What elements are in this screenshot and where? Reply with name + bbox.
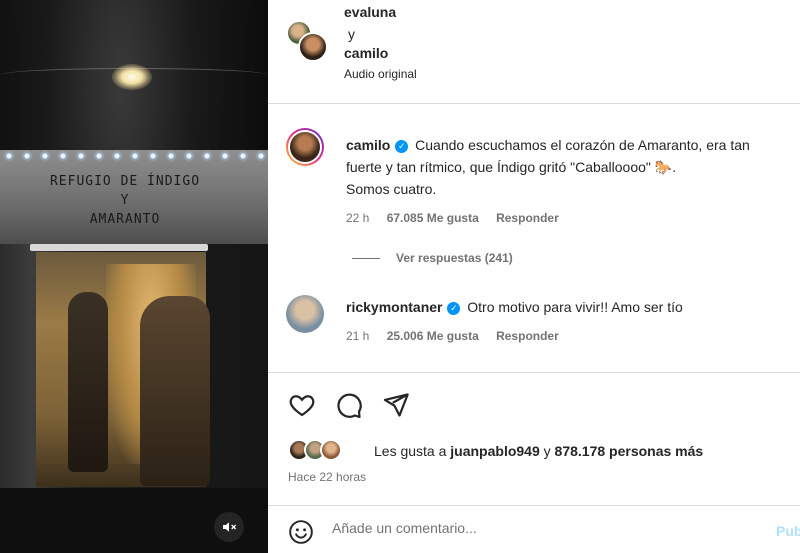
- publish-button[interactable]: Publicar: [776, 523, 800, 539]
- sign-line-2: Y: [120, 193, 130, 208]
- comment-likes[interactable]: 67.085 Me gusta: [387, 211, 479, 225]
- reply-button[interactable]: Responder: [496, 211, 559, 225]
- adult-silhouette: [140, 296, 210, 486]
- likes-count[interactable]: 878.178 personas más: [555, 443, 704, 459]
- comment-time[interactable]: 22 h: [346, 211, 369, 225]
- liker-avatar[interactable]: [320, 439, 342, 461]
- post-details-panel: evaluna y camilo Audio original camilo ✓…: [268, 0, 800, 553]
- comment-username[interactable]: camilo: [346, 137, 390, 153]
- send-icon: [383, 393, 409, 417]
- comment-meta: 21 h 25.006 Me gusta Responder: [346, 329, 573, 343]
- author-camilo[interactable]: camilo: [344, 45, 388, 61]
- sign-line-1: REFUGIO DE ÍNDIGO: [49, 174, 201, 189]
- avatar-image: [288, 130, 322, 164]
- comment-text-line-1: Cuando escuchamos el corazón de Amaranto…: [415, 137, 750, 153]
- verified-badge-icon: ✓: [395, 140, 409, 153]
- comment-time[interactable]: 21 h: [346, 329, 369, 343]
- comment-input[interactable]: [332, 520, 752, 536]
- lamp-light: [112, 64, 152, 90]
- collab-avatars[interactable]: [286, 20, 328, 62]
- comment-text-line-3: Somos cuatro.: [346, 181, 437, 197]
- like-button[interactable]: [288, 391, 316, 419]
- likes-user[interactable]: juanpablo949: [450, 443, 539, 459]
- post-header: evaluna y camilo Audio original: [268, 0, 800, 104]
- avatar-camilo[interactable]: [298, 32, 328, 62]
- speaker-muted-icon: [223, 522, 237, 532]
- verified-badge-icon: ✓: [447, 302, 461, 315]
- emoji-button[interactable]: [288, 519, 314, 545]
- audio-label[interactable]: Audio original: [344, 67, 417, 81]
- author-evaluna[interactable]: evaluna: [344, 4, 396, 20]
- heart-icon: [289, 395, 315, 417]
- child-silhouette: [68, 292, 108, 472]
- reply-button[interactable]: Responder: [496, 329, 559, 343]
- comment-button[interactable]: [335, 391, 363, 419]
- string-lights: [0, 148, 268, 164]
- tent-pole: [30, 244, 208, 251]
- comment-text-line-2: fuerte y tan rítmico, que Índigo gritó "…: [346, 159, 677, 175]
- comment-body: rickymontaner ✓ Otro motivo para vivir!!…: [346, 296, 800, 318]
- sign-line-3: AMARANTO: [89, 212, 161, 227]
- likes-text[interactable]: Les gusta a juanpablo949 y 878.178 perso…: [374, 443, 703, 459]
- avatar[interactable]: [286, 128, 324, 166]
- comment-meta: 22 h 67.085 Me gusta Responder: [346, 211, 573, 225]
- emoji-icon: [289, 520, 313, 544]
- comment-username[interactable]: rickymontaner: [346, 299, 442, 315]
- replies-divider: [352, 258, 380, 260]
- avatar[interactable]: [286, 295, 324, 333]
- comment-icon: [337, 393, 362, 419]
- share-button[interactable]: [382, 391, 410, 419]
- view-replies-label: Ver respuestas (241): [396, 251, 513, 265]
- mute-button[interactable]: [214, 512, 244, 542]
- comment-text: Otro motivo para vivir!! Amo ser tío: [467, 299, 683, 315]
- tent-sign: REFUGIO DE ÍNDIGO Y AMARANTO: [30, 172, 220, 229]
- comment-body: camilo ✓ Cuando escuchamos el corazón de…: [346, 134, 800, 200]
- action-bar: [268, 372, 800, 438]
- post-media[interactable]: REFUGIO DE ÍNDIGO Y AMARANTO: [0, 0, 268, 553]
- likes-prefix: Les gusta a: [374, 443, 447, 459]
- view-replies-button[interactable]: Ver respuestas (241): [352, 251, 513, 265]
- author-connector: y: [348, 26, 355, 42]
- add-comment-bar: Publicar: [268, 505, 800, 553]
- comment-likes[interactable]: 25.006 Me gusta: [387, 329, 479, 343]
- likes-connector: y: [543, 443, 551, 459]
- post-time: Hace 22 horas: [288, 470, 367, 484]
